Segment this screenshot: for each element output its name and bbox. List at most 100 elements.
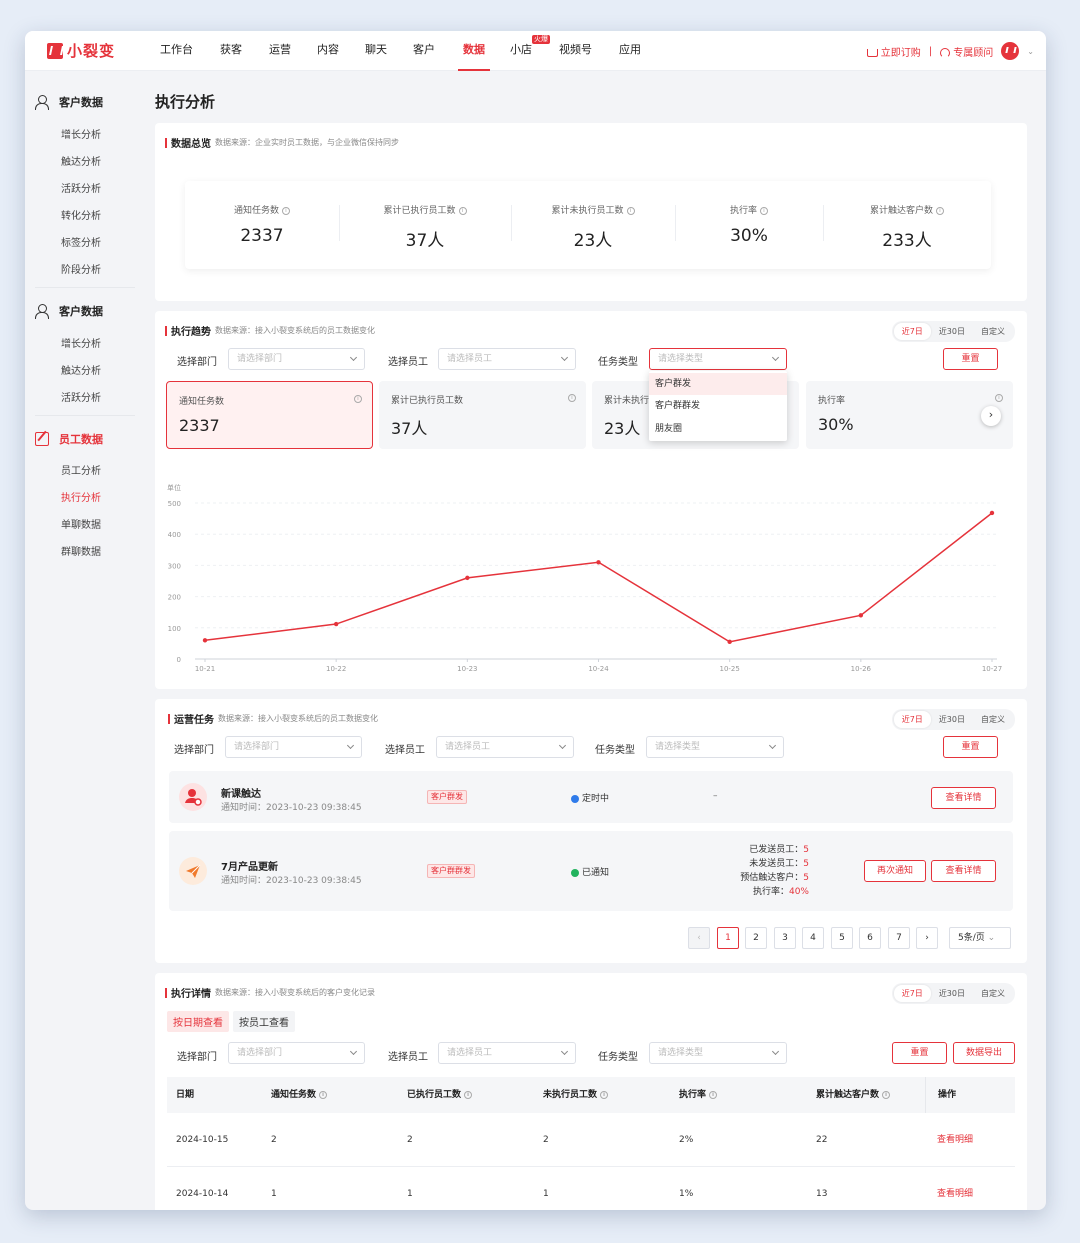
page-5[interactable]: 5: [831, 927, 853, 949]
staff-select[interactable]: 请选择员工: [438, 1042, 576, 1064]
sidebar-item-staff-analysis[interactable]: 员工分析: [61, 462, 101, 477]
sidebar-item-active-2[interactable]: 活跃分析: [61, 389, 101, 404]
nav-apps[interactable]: 应用: [619, 31, 641, 71]
range-7d[interactable]: 近7日: [893, 711, 931, 728]
brand-logo[interactable]: 小裂变: [47, 40, 115, 61]
info-icon[interactable]: i: [626, 206, 635, 215]
type-select[interactable]: 请选择类型: [649, 1042, 787, 1064]
page-7[interactable]: 7: [888, 927, 910, 949]
range-custom[interactable]: 自定义: [973, 323, 1013, 340]
view-detail-link[interactable]: 查看明细: [937, 1167, 973, 1210]
view-details-button[interactable]: 查看详情: [931, 860, 996, 882]
sidebar-item-tags[interactable]: 标签分析: [61, 234, 101, 249]
staff-select[interactable]: 请选择员工: [436, 736, 574, 758]
sidebar-item-conversion[interactable]: 转化分析: [61, 207, 101, 222]
info-icon[interactable]: i: [319, 1090, 328, 1099]
tab-by-staff[interactable]: 按员工查看: [233, 1011, 295, 1032]
range-custom[interactable]: 自定义: [973, 711, 1013, 728]
page-4[interactable]: 4: [802, 927, 824, 949]
info-icon[interactable]: i: [882, 1090, 891, 1099]
page-1[interactable]: 1: [717, 927, 739, 949]
nav-customer[interactable]: 客户: [413, 31, 435, 71]
advisor-link[interactable]: 专属顾问: [940, 44, 993, 59]
sidebar-group-customer[interactable]: 客户数据: [35, 94, 103, 110]
nav-video[interactable]: 视频号: [559, 31, 592, 71]
task-stats: 已发送员工：5 未发送员工：5 预估触达客户：5 执行率：40%: [689, 843, 809, 899]
info-icon[interactable]: i: [760, 206, 768, 215]
x-tick-label: 10-23: [457, 665, 477, 673]
paper-plane-icon: [179, 857, 207, 885]
range-30d[interactable]: 近30日: [931, 985, 973, 1002]
chevron-down-icon[interactable]: ⌄: [1027, 47, 1034, 56]
x-tick-label: 10-26: [851, 665, 872, 673]
chevron-right-icon[interactable]: ›: [981, 406, 1001, 426]
prev-page-icon[interactable]: ‹: [688, 927, 710, 949]
info-icon[interactable]: i: [464, 1090, 473, 1099]
info-icon[interactable]: i: [600, 1090, 609, 1099]
page-3[interactable]: 3: [774, 927, 796, 949]
dept-select[interactable]: 请选择部门: [228, 1042, 365, 1064]
sidebar-item-growth[interactable]: 增长分析: [61, 126, 101, 141]
next-page-icon[interactable]: ›: [916, 927, 938, 949]
info-icon[interactable]: i: [995, 394, 1003, 402]
page-2[interactable]: 2: [745, 927, 767, 949]
range-custom[interactable]: 自定义: [973, 985, 1013, 1002]
metric-value: 2337: [179, 416, 220, 435]
range-30d[interactable]: 近30日: [931, 711, 973, 728]
sidebar-item-active[interactable]: 活跃分析: [61, 180, 101, 195]
range-7d[interactable]: 近7日: [893, 323, 931, 340]
dropdown-option-customer-broadcast[interactable]: 客户群发: [649, 373, 787, 395]
page-size-select[interactable]: 5条/页 ⌄: [949, 927, 1011, 949]
nav-operate[interactable]: 运营: [269, 31, 291, 71]
nav-content[interactable]: 内容: [317, 31, 339, 71]
sidebar-group-staff[interactable]: 员工数据: [35, 431, 103, 447]
sidebar-item-reach-2[interactable]: 触达分析: [61, 362, 101, 377]
metric-card-notify[interactable]: 通知任务数 i 2337: [166, 381, 373, 449]
sidebar-item-growth-2[interactable]: 增长分析: [61, 335, 101, 350]
section-source: 数据来源：接入小裂变系统后的员工数据变化: [215, 326, 375, 335]
tab-by-date[interactable]: 按日期查看: [167, 1011, 229, 1032]
renotify-button[interactable]: 再次通知: [864, 860, 926, 882]
page-6[interactable]: 6: [859, 927, 881, 949]
nav-data[interactable]: 数据: [458, 31, 490, 71]
info-icon[interactable]: i: [458, 206, 467, 215]
sidebar-item-group-chat[interactable]: 群聊数据: [61, 543, 101, 558]
sidebar-item-reach[interactable]: 触达分析: [61, 153, 101, 168]
reset-button[interactable]: 重置: [943, 736, 998, 758]
type-select[interactable]: 请选择类型: [646, 736, 784, 758]
info-icon[interactable]: i: [568, 394, 576, 402]
nav-chat[interactable]: 聊天: [365, 31, 387, 71]
view-details-button[interactable]: 查看详情: [931, 787, 996, 809]
order-link[interactable]: 立即订购: [866, 44, 921, 59]
range-7d[interactable]: 近7日: [893, 985, 931, 1002]
view-detail-link[interactable]: 查看明细: [937, 1113, 973, 1167]
status-text: 定时中: [582, 794, 610, 804]
chevron-down-icon: ⌄: [987, 933, 996, 943]
dept-select[interactable]: 请选择部门: [228, 348, 365, 370]
info-icon[interactable]: i: [709, 1090, 718, 1099]
sidebar: 客户数据 增长分析 触达分析 活跃分析 转化分析 标签分析 阶段分析 客户数据 …: [25, 72, 145, 1210]
reset-button[interactable]: 重置: [892, 1042, 947, 1064]
nav-acquire[interactable]: 获客: [220, 31, 242, 71]
nav-workbench[interactable]: 工作台: [160, 31, 193, 71]
sidebar-item-stage[interactable]: 阶段分析: [61, 261, 101, 276]
staff-select[interactable]: 请选择员工: [438, 348, 576, 370]
x-tick-label: 10-21: [195, 665, 215, 673]
info-icon[interactable]: i: [936, 206, 944, 215]
dropdown-option-moments[interactable]: 朋友圈: [649, 418, 787, 440]
sidebar-group-customer-2[interactable]: 客户数据: [35, 303, 103, 319]
reset-button[interactable]: 重置: [943, 348, 998, 370]
sidebar-item-single-chat[interactable]: 单聊数据: [61, 516, 101, 531]
export-button[interactable]: 数据导出: [953, 1042, 1015, 1064]
dropdown-option-group-broadcast[interactable]: 客户群群发: [649, 395, 787, 417]
info-icon[interactable]: i: [282, 206, 290, 215]
metric-card-executed[interactable]: 累计已执行员工数 i 37人: [379, 381, 586, 449]
stat-value: 5: [803, 845, 809, 855]
type-select[interactable]: 请选择类型: [649, 348, 787, 370]
dept-select[interactable]: 请选择部门: [225, 736, 362, 758]
sidebar-item-execution-analysis[interactable]: 执行分析: [61, 489, 101, 504]
avatar[interactable]: [1001, 42, 1020, 60]
nav-shop[interactable]: 小店 火爆: [510, 31, 550, 71]
range-30d[interactable]: 近30日: [931, 323, 973, 340]
info-icon[interactable]: i: [354, 395, 362, 403]
